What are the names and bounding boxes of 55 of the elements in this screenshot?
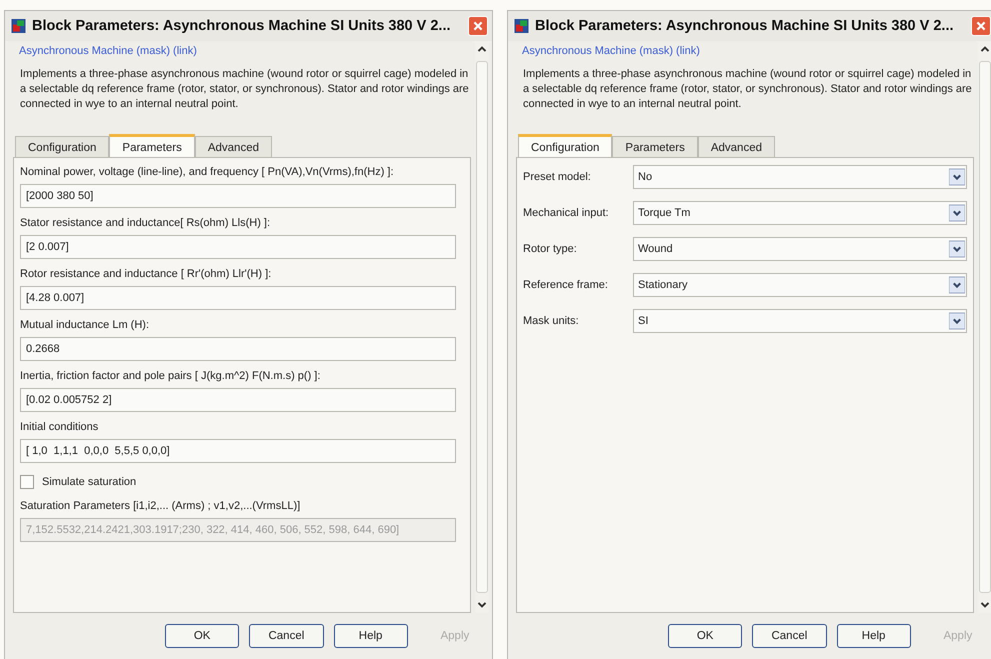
field-label: Initial conditions [20,420,100,435]
field-label: Saturation Parameters [i1,i2,... (Arms) ; v1,v2,...(VrmsLL)] [20,499,302,514]
input-field[interactable]: [ 1,0 1,1,1 0,0,0 5,5,5 0,0,0] [20,439,456,463]
dropdown-label: Reference frame: [523,279,609,291]
dropdown-arrow-icon[interactable] [949,311,965,331]
tab[interactable]: Configuration [518,134,612,157]
dialog-button[interactable]: OK [165,624,240,648]
window-title: Block Parameters: Asynchronous Machine SI Units 380 V 2... [535,18,954,34]
input-field[interactable]: 0.2668 [20,337,456,361]
dropdown-arrow-icon[interactable] [949,203,965,223]
dropdown-arrow-icon[interactable] [949,239,965,259]
tab[interactable]: Parameters [612,136,698,157]
tab[interactable]: Parameters [109,134,195,157]
input-field[interactable]: [2000 380 50] [20,184,456,208]
dropdown[interactable]: Torque Tm [633,201,967,225]
close-button[interactable] [971,16,991,36]
dialog-button[interactable]: Cancel [249,624,324,648]
tab[interactable]: Advanced [698,136,775,157]
dropdown-arrow-icon[interactable] [949,275,965,295]
description-text: Implements a three-phase asynchronous machine (wound rotor or squirrel cage) modeled in a selectable dq reference frame (rotor, stator, or synchronous). Stator and rotor windings are connected in wye to an internal neutral point. [523,67,973,112]
app-icon [11,19,26,33]
dropdown[interactable]: SI [633,309,967,333]
dropdown-arrow-icon[interactable] [949,167,965,187]
dropdown-label: Rotor type: [523,243,578,255]
field-label: Rotor resistance and inductance [ Rr'(ohm) Llr'(H) ]: [20,267,272,282]
dropdown[interactable]: Stationary [633,273,967,297]
dropdown[interactable]: Wound [633,237,967,261]
dialog-button[interactable]: OK [668,624,742,648]
field-label: Inertia, friction factor and pole pairs [ J(kg.m^2) F(N.m.s) p() ]: [20,369,322,384]
mask-link[interactable]: Asynchronous Machine (mask) (link) [522,45,700,57]
checkbox[interactable] [20,475,34,489]
dropdown-label: Preset model: [523,171,592,183]
tab[interactable]: Advanced [194,136,272,157]
description-text: Implements a three-phase asynchronous machine (wound rotor or squirrel cage) modeled in a selectable dq reference frame (rotor, stator, or synchronous). Stator and rotor windings are connected in wye to an internal neutral point. [20,67,470,112]
close-icon [472,20,484,32]
input-field[interactable]: [0.02 0.005752 2] [20,388,456,412]
dialog-button[interactable]: Help [334,624,408,648]
field-label: Mutual inductance Lm (H): [20,318,150,333]
mask-link[interactable]: Asynchronous Machine (mask) (link) [19,45,197,57]
field-label: Nominal power, voltage (line-line), and frequency [ Pn(VA),Vn(Vrms),fn(Hz) ]: [20,165,395,180]
window-title: Block Parameters: Asynchronous Machine SI Units 380 V 2... [32,18,452,34]
input-field[interactable]: [4.28 0.007] [20,286,456,310]
tab[interactable]: Configuration [15,136,110,157]
close-icon [975,20,987,32]
input-field[interactable]: [2 0.007] [20,235,456,259]
close-button[interactable] [468,16,488,36]
dropdown-label: Mask units: [523,315,580,327]
dropdown[interactable]: No [633,165,967,189]
dialog-button[interactable]: Help [836,624,911,648]
dropdown-label: Mechanical input: [523,207,610,219]
app-icon [514,19,529,33]
field-label: Stator resistance and inductance[ Rs(ohm) Lls(H) ]: [20,216,272,231]
dialog-button[interactable]: Cancel [752,624,826,648]
checkbox-label: Simulate saturation [42,476,136,488]
scroll-thumb[interactable] [476,61,488,593]
